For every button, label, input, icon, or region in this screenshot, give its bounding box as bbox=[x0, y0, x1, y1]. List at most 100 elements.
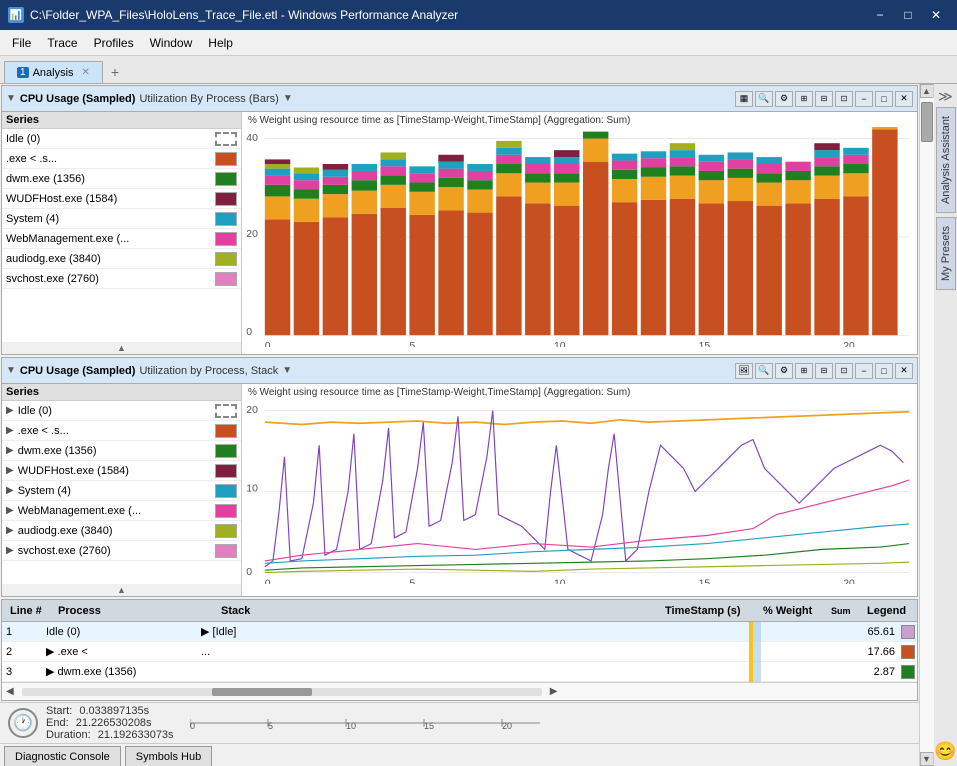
table-row[interactable]: 1 Idle (0) ▶ [Idle] 65.61 bbox=[2, 622, 917, 642]
panel1-series-panel: Series Idle (0) .exe < .s... dwm.exe (13… bbox=[2, 112, 242, 354]
maximize-button[interactable]: □ bbox=[895, 5, 921, 25]
panel2-layout2-icon[interactable]: ⊟ bbox=[815, 363, 833, 379]
expand-arrow[interactable]: ▶ bbox=[6, 465, 14, 476]
timeline-blue-marker bbox=[753, 622, 761, 642]
graphs-scrollbar[interactable]: ▲ ▼ bbox=[919, 84, 933, 766]
panel1-layout2-icon[interactable]: ⊟ bbox=[815, 91, 833, 107]
add-tab-button[interactable]: + bbox=[103, 61, 127, 83]
timeline-scroll-right[interactable]: ▶ bbox=[550, 686, 558, 697]
panel2-minimize-btn[interactable]: − bbox=[855, 363, 873, 379]
timeline-scroll-row[interactable]: ◀ ▶ bbox=[2, 682, 917, 700]
series-item[interactable]: ▶ svchost.exe (2760) bbox=[2, 541, 241, 561]
tab-analysis[interactable]: 1 Analysis ✕ bbox=[4, 61, 103, 83]
panel1-dropdown-arrow[interactable]: ▼ bbox=[283, 93, 293, 104]
series-item[interactable]: ▶ dwm.exe (1356) bbox=[2, 441, 241, 461]
symbols-hub-button[interactable]: Symbols Hub bbox=[125, 746, 212, 766]
menu-window[interactable]: Window bbox=[142, 33, 201, 53]
panel1-chart[interactable]: 40 20 0 bbox=[244, 127, 915, 352]
panel1-subtitle[interactable]: Utilization By Process (Bars) bbox=[139, 93, 278, 105]
series-item[interactable]: ▶ audiodg.exe (3840) bbox=[2, 521, 241, 541]
panel2-maximize-btn[interactable]: □ bbox=[875, 363, 893, 379]
cell-stack: ▶ [Idle] bbox=[197, 625, 749, 638]
scroll-up-arrow[interactable]: ▲ bbox=[920, 84, 934, 98]
menu-file[interactable]: File bbox=[4, 33, 39, 53]
panel1-settings-icon[interactable]: ⚙ bbox=[775, 91, 793, 107]
series-item[interactable]: ▶ .exe < .s... bbox=[2, 421, 241, 441]
diagnostic-console-button[interactable]: Diagnostic Console bbox=[4, 746, 121, 766]
expand-arrow[interactable]: ▶ bbox=[6, 445, 14, 456]
panel1-layout3-icon[interactable]: ⊡ bbox=[835, 91, 853, 107]
panel2-dropdown-arrow[interactable]: ▼ bbox=[282, 365, 292, 376]
series-item[interactable]: svchost.exe (2760) bbox=[2, 269, 241, 289]
panel2-layout3-icon[interactable]: ⊡ bbox=[835, 363, 853, 379]
timeline-svg bbox=[22, 686, 542, 698]
cell-weight: 2.87 bbox=[839, 666, 899, 678]
panel1-graph-icon[interactable]: ▦ bbox=[735, 91, 753, 107]
series-item[interactable]: ▶ WebManagement.exe (... bbox=[2, 501, 241, 521]
panel1-maximize-btn[interactable]: □ bbox=[875, 91, 893, 107]
sidebar-toggle-icon[interactable]: ≫ bbox=[938, 88, 953, 105]
panel1-close-btn[interactable]: ✕ bbox=[895, 91, 913, 107]
tab-label: Analysis bbox=[33, 67, 74, 79]
expand-arrow[interactable]: ▶ bbox=[6, 425, 14, 436]
close-button[interactable]: ✕ bbox=[923, 5, 949, 25]
menu-help[interactable]: Help bbox=[200, 33, 241, 53]
panel2-settings-icon[interactable]: ⚙ bbox=[775, 363, 793, 379]
panel1-chart-area: % Weight using resource time as [TimeSta… bbox=[242, 112, 917, 354]
panel1-series-header: Series bbox=[2, 112, 241, 129]
panel2-series-list[interactable]: ▶ Idle (0) ▶ .exe < .s... ▶ dwm.exe (135… bbox=[2, 401, 241, 584]
panel2-search-icon[interactable]: 🔍 bbox=[755, 363, 773, 379]
series-item[interactable]: ▶ System (4) bbox=[2, 481, 241, 501]
panel1-minimize-btn[interactable]: − bbox=[855, 91, 873, 107]
panel1-collapse-arrow[interactable]: ▼ bbox=[6, 93, 16, 104]
cell-weight: 65.61 bbox=[839, 626, 899, 638]
series-name: WUDFHost.exe (1584) bbox=[18, 465, 211, 477]
table-row[interactable]: 2 ▶ .exe < ... 17.66 bbox=[2, 642, 917, 662]
series-item[interactable]: WebManagement.exe (... bbox=[2, 229, 241, 249]
svg-text:20: 20 bbox=[843, 578, 855, 584]
panel1-layout1-icon[interactable]: ⊞ bbox=[795, 91, 813, 107]
series-item[interactable]: ▶ WUDFHost.exe (1584) bbox=[2, 461, 241, 481]
series-item[interactable]: WUDFHost.exe (1584) bbox=[2, 189, 241, 209]
expand-arrow[interactable]: ▶ bbox=[6, 525, 14, 536]
menu-profiles[interactable]: Profiles bbox=[86, 33, 142, 53]
timeline-blue-marker bbox=[753, 642, 761, 662]
series-item[interactable]: System (4) bbox=[2, 209, 241, 229]
minimize-button[interactable]: − bbox=[867, 5, 893, 25]
timeline-scroll-left[interactable]: ◀ bbox=[6, 686, 14, 697]
series-item[interactable]: dwm.exe (1356) bbox=[2, 169, 241, 189]
panel2-layout1-icon[interactable]: ⊞ bbox=[795, 363, 813, 379]
series-item[interactable]: audiodg.exe (3840) bbox=[2, 249, 241, 269]
scroll-track[interactable] bbox=[920, 98, 934, 752]
panel2-subtitle[interactable]: Utilization by Process, Stack bbox=[139, 365, 278, 377]
tab-close-icon[interactable]: ✕ bbox=[82, 67, 90, 78]
panel2-image-icon[interactable]: 🖼 bbox=[735, 363, 753, 379]
series-item[interactable]: Idle (0) bbox=[2, 129, 241, 149]
panel1-series-list[interactable]: Idle (0) .exe < .s... dwm.exe (1356) bbox=[2, 129, 241, 342]
series-scroll-up[interactable]: ▲ bbox=[2, 342, 241, 354]
menu-trace[interactable]: Trace bbox=[39, 33, 85, 53]
sidebar-tab-analysis-assistant[interactable]: Analysis Assistant bbox=[936, 107, 956, 213]
cell-stack: ... bbox=[197, 646, 749, 658]
expand-arrow[interactable]: ▶ bbox=[6, 545, 14, 556]
series-item[interactable]: ▶ Idle (0) bbox=[2, 401, 241, 421]
scroll-down-arrow[interactable]: ▼ bbox=[920, 752, 934, 766]
app-icon: 📊 bbox=[8, 7, 24, 23]
col-process: Process bbox=[54, 605, 209, 617]
expand-arrow[interactable]: ▶ bbox=[6, 505, 14, 516]
series-scroll-down[interactable]: ▲ bbox=[2, 584, 241, 596]
scroll-handle[interactable] bbox=[921, 102, 933, 142]
series-name: svchost.exe (2760) bbox=[6, 273, 211, 285]
table-row[interactable]: 3 ▶ dwm.exe (1356) 2.87 bbox=[2, 662, 917, 682]
expand-arrow[interactable]: ▶ bbox=[6, 405, 14, 416]
panel2-collapse-arrow[interactable]: ▼ bbox=[6, 365, 16, 376]
data-rows: 1 Idle (0) ▶ [Idle] 65.61 2 ▶ .exe < ... bbox=[2, 622, 917, 682]
sidebar-tab-my-presets[interactable]: My Presets bbox=[936, 217, 956, 290]
series-item[interactable]: .exe < .s... bbox=[2, 149, 241, 169]
panel2-chart[interactable]: 20 10 0 bbox=[244, 399, 915, 594]
panel1-search-icon[interactable]: 🔍 bbox=[755, 91, 773, 107]
panel2-close-btn[interactable]: ✕ bbox=[895, 363, 913, 379]
series-color bbox=[215, 132, 237, 146]
expand-arrow[interactable]: ▶ bbox=[6, 485, 14, 496]
cell-process: ▶ dwm.exe (1356) bbox=[42, 665, 197, 678]
